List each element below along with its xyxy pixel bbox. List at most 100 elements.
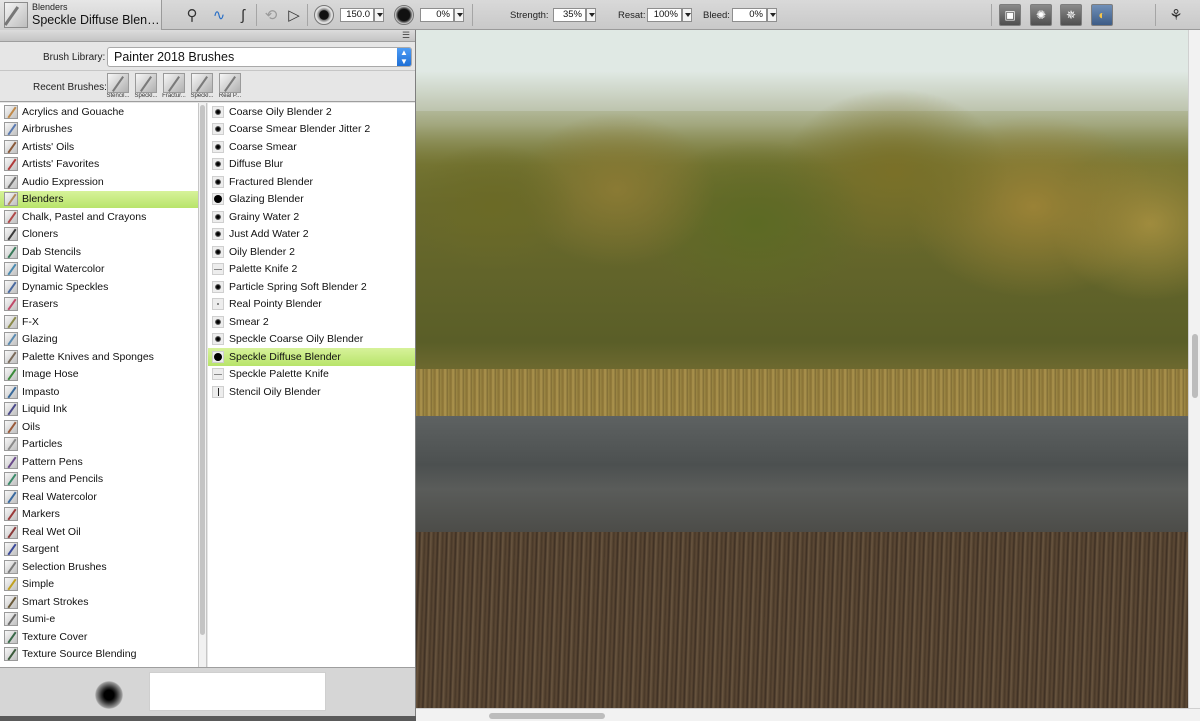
freehand-stroke-icon[interactable]: ∿ <box>209 5 229 25</box>
opacity-dropdown[interactable] <box>454 8 464 22</box>
strength-dropdown[interactable] <box>586 8 596 22</box>
bleed-dropdown[interactable] <box>767 8 777 22</box>
brush-library-select[interactable]: Painter 2018 Brushes ▲ ▼ <box>107 47 412 67</box>
strength-field[interactable]: 35% <box>553 8 586 22</box>
category-item[interactable]: Markers <box>0 506 198 524</box>
recent-brush[interactable]: Speckl... <box>189 73 215 101</box>
opacity-field[interactable]: 0% <box>420 8 454 22</box>
painting-canvas[interactable] <box>416 30 1188 708</box>
category-item[interactable]: Dab Stencils <box>0 243 198 261</box>
resat-dropdown[interactable] <box>682 8 692 22</box>
brush-category-icon <box>4 577 18 592</box>
category-label: Artists' Favorites <box>22 158 100 171</box>
variant-item[interactable]: Just Add Water 2 <box>208 226 415 244</box>
canvas-vertical-scrollbar[interactable] <box>1188 30 1200 708</box>
category-item[interactable]: Acrylics and Gouache <box>0 103 198 121</box>
category-item[interactable]: Particles <box>0 436 198 454</box>
variant-item[interactable]: Speckle Diffuse Blender <box>208 348 415 366</box>
panel-menu-icon[interactable]: ☰ <box>402 31 412 40</box>
category-item[interactable]: Sumi-e <box>0 611 198 629</box>
category-item[interactable]: Simple <box>0 576 198 594</box>
category-item[interactable]: Pattern Pens <box>0 453 198 471</box>
category-item[interactable]: Oils <box>0 418 198 436</box>
category-item[interactable]: Image Hose <box>0 366 198 384</box>
variant-item[interactable]: Real Pointy Blender <box>208 296 415 314</box>
category-label: Impasto <box>22 385 60 398</box>
brush-tool-icon[interactable]: ⚲ <box>182 5 202 25</box>
reset-tool-icon[interactable]: ⟲ <box>261 5 281 25</box>
category-item[interactable]: Chalk, Pastel and Crayons <box>0 208 198 226</box>
brush-library-panel: ☰ Brush Library: Painter 2018 Brushes ▲ ▼… <box>0 30 416 721</box>
category-item[interactable]: Texture Cover <box>0 628 198 646</box>
dab-icon <box>212 193 224 206</box>
panel-titlebar[interactable]: ☰ <box>0 30 415 42</box>
variant-item[interactable]: Particle Spring Soft Blender 2 <box>208 278 415 296</box>
brush-ghost-icon[interactable]: ▷ <box>284 5 304 25</box>
category-item[interactable]: Dynamic Speckles <box>0 278 198 296</box>
category-item[interactable]: Artists' Oils <box>0 138 198 156</box>
category-item[interactable]: Blenders <box>0 190 198 208</box>
scrollbar-thumb[interactable] <box>1192 334 1198 398</box>
variant-item[interactable]: Stencil Oily Blender <box>208 383 415 401</box>
dab-preview-icon[interactable]: ✺ <box>1030 4 1052 26</box>
variant-item[interactable]: Oily Blender 2 <box>208 243 415 261</box>
category-label: Smart Strokes <box>22 595 89 608</box>
category-item[interactable]: Real Wet Oil <box>0 523 198 541</box>
category-item[interactable]: Sargent <box>0 541 198 559</box>
category-label: F-X <box>22 315 39 328</box>
category-item[interactable]: Real Watercolor <box>0 488 198 506</box>
brush-category-icon <box>4 384 18 399</box>
category-item[interactable]: Smart Strokes <box>0 593 198 611</box>
variant-item[interactable]: Speckle Coarse Oily Blender <box>208 331 415 349</box>
variant-item[interactable]: Grainy Water 2 <box>208 208 415 226</box>
recent-brush-name: Fractur... <box>162 93 186 99</box>
variant-item[interactable]: Speckle Palette Knife <box>208 366 415 384</box>
variant-item[interactable]: Coarse Oily Blender 2 <box>208 103 415 121</box>
variant-label: Particle Spring Soft Blender 2 <box>229 280 367 293</box>
recent-brush-name: Real P... <box>218 93 242 99</box>
variant-item[interactable]: Smear 2 <box>208 313 415 331</box>
variant-item[interactable]: Coarse Smear <box>208 138 415 156</box>
category-item[interactable]: Airbrushes <box>0 121 198 139</box>
scrollbar-thumb[interactable] <box>200 105 205 635</box>
category-item[interactable]: Pens and Pencils <box>0 471 198 489</box>
brush-options-icon[interactable]: ⚘ <box>1166 5 1186 25</box>
variant-item[interactable]: Glazing Blender <box>208 191 415 209</box>
enhanced-brush-ghost-icon[interactable]: ◐ <box>1091 4 1113 26</box>
category-item[interactable]: Selection Brushes <box>0 558 198 576</box>
opacity-dial-icon[interactable] <box>394 5 414 25</box>
variant-item[interactable]: Fractured Blender <box>208 173 415 191</box>
recent-brush[interactable]: Stencil... <box>105 73 131 101</box>
brush-selector-grid-icon[interactable]: ✵ <box>1060 4 1082 26</box>
brush-controls-icon[interactable]: ▣ <box>999 4 1021 26</box>
straight-stroke-icon[interactable]: ʃ <box>233 5 253 25</box>
scrollbar-thumb[interactable] <box>489 713 605 719</box>
resat-field[interactable]: 100% <box>647 8 682 22</box>
brush-selector[interactable]: Blenders Speckle Diffuse Blen… <box>0 0 162 30</box>
category-item[interactable]: Palette Knives and Sponges <box>0 348 198 366</box>
category-item[interactable]: Texture Source Blending <box>0 646 198 664</box>
brush-icon <box>191 73 213 93</box>
size-field[interactable]: 150.0 <box>340 8 374 22</box>
category-item[interactable]: Liquid Ink <box>0 401 198 419</box>
category-item[interactable]: Erasers <box>0 296 198 314</box>
variant-item[interactable]: Diffuse Blur <box>208 156 415 174</box>
category-scrollbar[interactable] <box>199 103 207 667</box>
category-item[interactable]: Digital Watercolor <box>0 261 198 279</box>
category-item[interactable]: F-X <box>0 313 198 331</box>
category-item[interactable]: Glazing <box>0 331 198 349</box>
recent-brush[interactable]: Fractur... <box>161 73 187 101</box>
variant-item[interactable]: Palette Knife 2 <box>208 261 415 279</box>
recent-brush[interactable]: Real P... <box>217 73 243 101</box>
size-dropdown[interactable] <box>374 8 384 22</box>
bleed-field[interactable]: 0% <box>732 8 767 22</box>
size-dial-icon[interactable] <box>314 5 334 25</box>
variant-item[interactable]: Coarse Smear Blender Jitter 2 <box>208 121 415 139</box>
recent-brush[interactable]: Speckl... <box>133 73 159 101</box>
category-item[interactable]: Audio Expression <box>0 173 198 191</box>
category-item[interactable]: Cloners <box>0 226 198 244</box>
category-item[interactable]: Impasto <box>0 383 198 401</box>
canvas-horizontal-scrollbar[interactable] <box>416 708 1200 721</box>
brush-category-icon <box>4 402 18 417</box>
category-item[interactable]: Artists' Favorites <box>0 156 198 174</box>
